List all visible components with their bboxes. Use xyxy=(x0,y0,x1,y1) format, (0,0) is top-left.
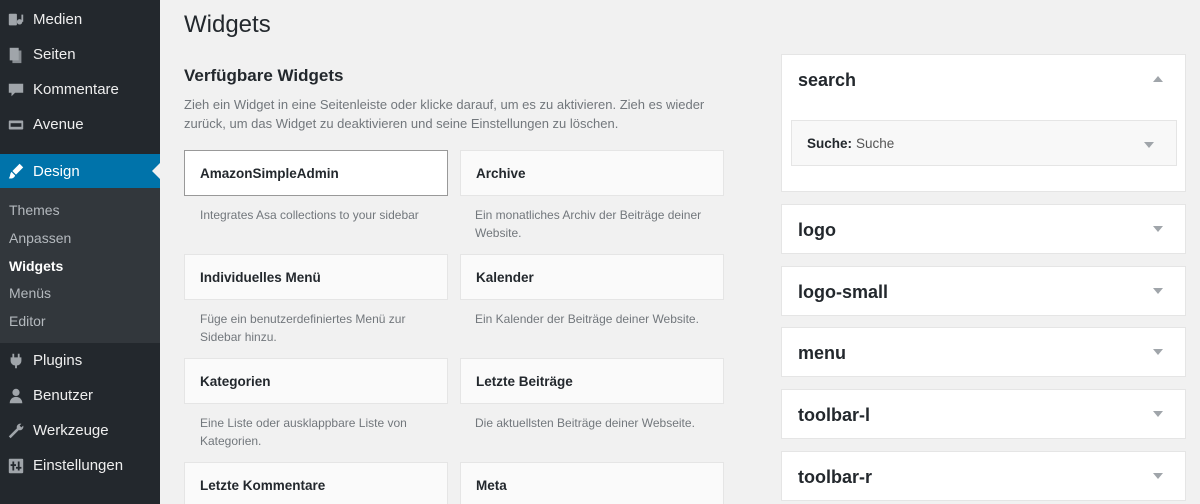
widget-kalender[interactable]: Kalender xyxy=(460,254,724,300)
submenu-item-widgets[interactable]: Widgets xyxy=(9,258,63,274)
widget-letzte-beitraege[interactable]: Letzte Beiträge xyxy=(460,358,724,404)
menu-item-kommentare[interactable]: Kommentare xyxy=(0,72,160,107)
chevron-up-icon[interactable] xyxy=(1153,76,1163,82)
submenu-item-editor[interactable]: Editor xyxy=(9,313,46,329)
area-title: toolbar-r xyxy=(798,467,872,487)
menu-item-label: Kommentare xyxy=(33,81,119,98)
widget-description: Ein Kalender der Beiträge deiner Website… xyxy=(475,312,699,326)
media-icon xyxy=(7,11,25,29)
area-title: menu xyxy=(798,343,847,363)
widget-title: Letzte Kommentare xyxy=(200,477,326,493)
chevron-down-icon[interactable] xyxy=(1144,142,1154,148)
widget-description: Eine Liste oder ausklappbare Liste von K… xyxy=(200,416,407,448)
submenu-item-themes[interactable]: Themes xyxy=(9,202,60,218)
available-widgets-description: Zieh ein Widget in eine Seitenleiste ode… xyxy=(184,97,705,131)
widget-area-logo[interactable]: logo xyxy=(781,204,1186,254)
page-title: Widgets xyxy=(184,11,271,38)
widget-title: Meta xyxy=(476,477,507,493)
widget-individuelles-menu[interactable]: Individuelles Menü xyxy=(184,254,448,300)
menu-item-medien[interactable]: Medien xyxy=(0,2,160,37)
widget-meta[interactable]: Meta xyxy=(460,462,724,504)
available-widgets-title: Verfügbare Widgets xyxy=(184,66,344,85)
menu-item-einstellungen[interactable]: Einstellungen xyxy=(0,448,160,483)
menu-item-seiten[interactable]: Seiten xyxy=(0,37,160,72)
menu-item-label: Design xyxy=(33,162,80,180)
widget-area-toolbar-r[interactable]: toolbar-r xyxy=(781,451,1186,501)
menu-item-label: Seiten xyxy=(33,46,76,63)
area-title: search xyxy=(798,70,857,90)
widget-description: Die aktuellsten Beiträge deiner Webseite… xyxy=(475,416,695,430)
area-title: toolbar-l xyxy=(798,405,870,425)
widget-title: Letzte Beiträge xyxy=(476,373,573,389)
widget-area-menu[interactable]: menu xyxy=(781,327,1186,377)
tools-icon xyxy=(7,422,25,440)
widget-kategorien[interactable]: Kategorien xyxy=(184,358,448,404)
chevron-down-icon[interactable] xyxy=(1153,288,1163,294)
design-brush-icon xyxy=(7,162,25,180)
widget-description: Füge ein benutzerdefiniertes Menü zur Si… xyxy=(200,312,406,344)
submenu-item-menus[interactable]: Menüs xyxy=(9,285,51,301)
chevron-down-icon[interactable] xyxy=(1153,349,1163,355)
widget-title: Archive xyxy=(476,165,526,181)
search-widget-item[interactable]: Suche: Suche xyxy=(791,120,1177,166)
widget-label: Suche: xyxy=(807,135,853,151)
widget-area-toolbar-l[interactable]: toolbar-l xyxy=(781,389,1186,439)
menu-item-werkzeuge[interactable]: Werkzeuge xyxy=(0,413,160,448)
users-icon xyxy=(7,387,25,405)
plugins-icon xyxy=(7,352,25,370)
menu-item-label: Avenue xyxy=(33,116,84,133)
widget-title: AmazonSimpleAdmin xyxy=(200,165,339,181)
chevron-down-icon[interactable] xyxy=(1153,411,1163,417)
widget-description: Ein monatliches Archiv der Beiträge dein… xyxy=(475,208,702,240)
widget-letzte-kommentare[interactable]: Letzte Kommentare xyxy=(184,462,448,504)
widget-title: Individuelles Menü xyxy=(200,269,321,285)
menu-item-benutzer[interactable]: Benutzer xyxy=(0,378,160,413)
area-title: logo xyxy=(798,220,836,240)
widget-instance-title: Suche xyxy=(856,135,895,151)
widget-description: Integrates Asa collections to your sideb… xyxy=(200,208,419,222)
menu-item-label: Medien xyxy=(33,11,83,28)
submenu-item-anpassen[interactable]: Anpassen xyxy=(9,230,71,246)
widget-archive[interactable]: Archive xyxy=(460,150,724,196)
menu-item-label: Plugins xyxy=(33,352,83,369)
widget-amazonsimpleadmin[interactable]: AmazonSimpleAdmin xyxy=(184,150,448,196)
avenue-icon xyxy=(7,116,25,134)
comments-icon xyxy=(7,81,25,99)
area-title: logo-small xyxy=(798,282,889,302)
menu-item-design[interactable]: Design xyxy=(0,154,160,188)
admin-sidebar: Medien Seiten Kommentare Avenue Design T… xyxy=(0,0,160,504)
menu-item-label: Einstellungen xyxy=(33,457,124,474)
widget-area-search[interactable]: search Suche: Suche xyxy=(781,54,1186,192)
widget-title: Kalender xyxy=(476,269,534,285)
settings-icon xyxy=(7,457,25,475)
chevron-down-icon[interactable] xyxy=(1153,226,1163,232)
menu-item-label: Benutzer xyxy=(33,387,94,404)
menu-item-label: Werkzeuge xyxy=(33,422,109,439)
widget-area-logo-small[interactable]: logo-small xyxy=(781,266,1186,316)
pages-icon xyxy=(7,46,25,64)
design-submenu: Themes Anpassen Widgets Menüs Editor xyxy=(0,188,160,343)
widget-title: Kategorien xyxy=(200,373,271,389)
menu-item-avenue[interactable]: Avenue xyxy=(0,107,160,142)
chevron-down-icon[interactable] xyxy=(1153,473,1163,479)
menu-item-plugins[interactable]: Plugins xyxy=(0,343,160,378)
